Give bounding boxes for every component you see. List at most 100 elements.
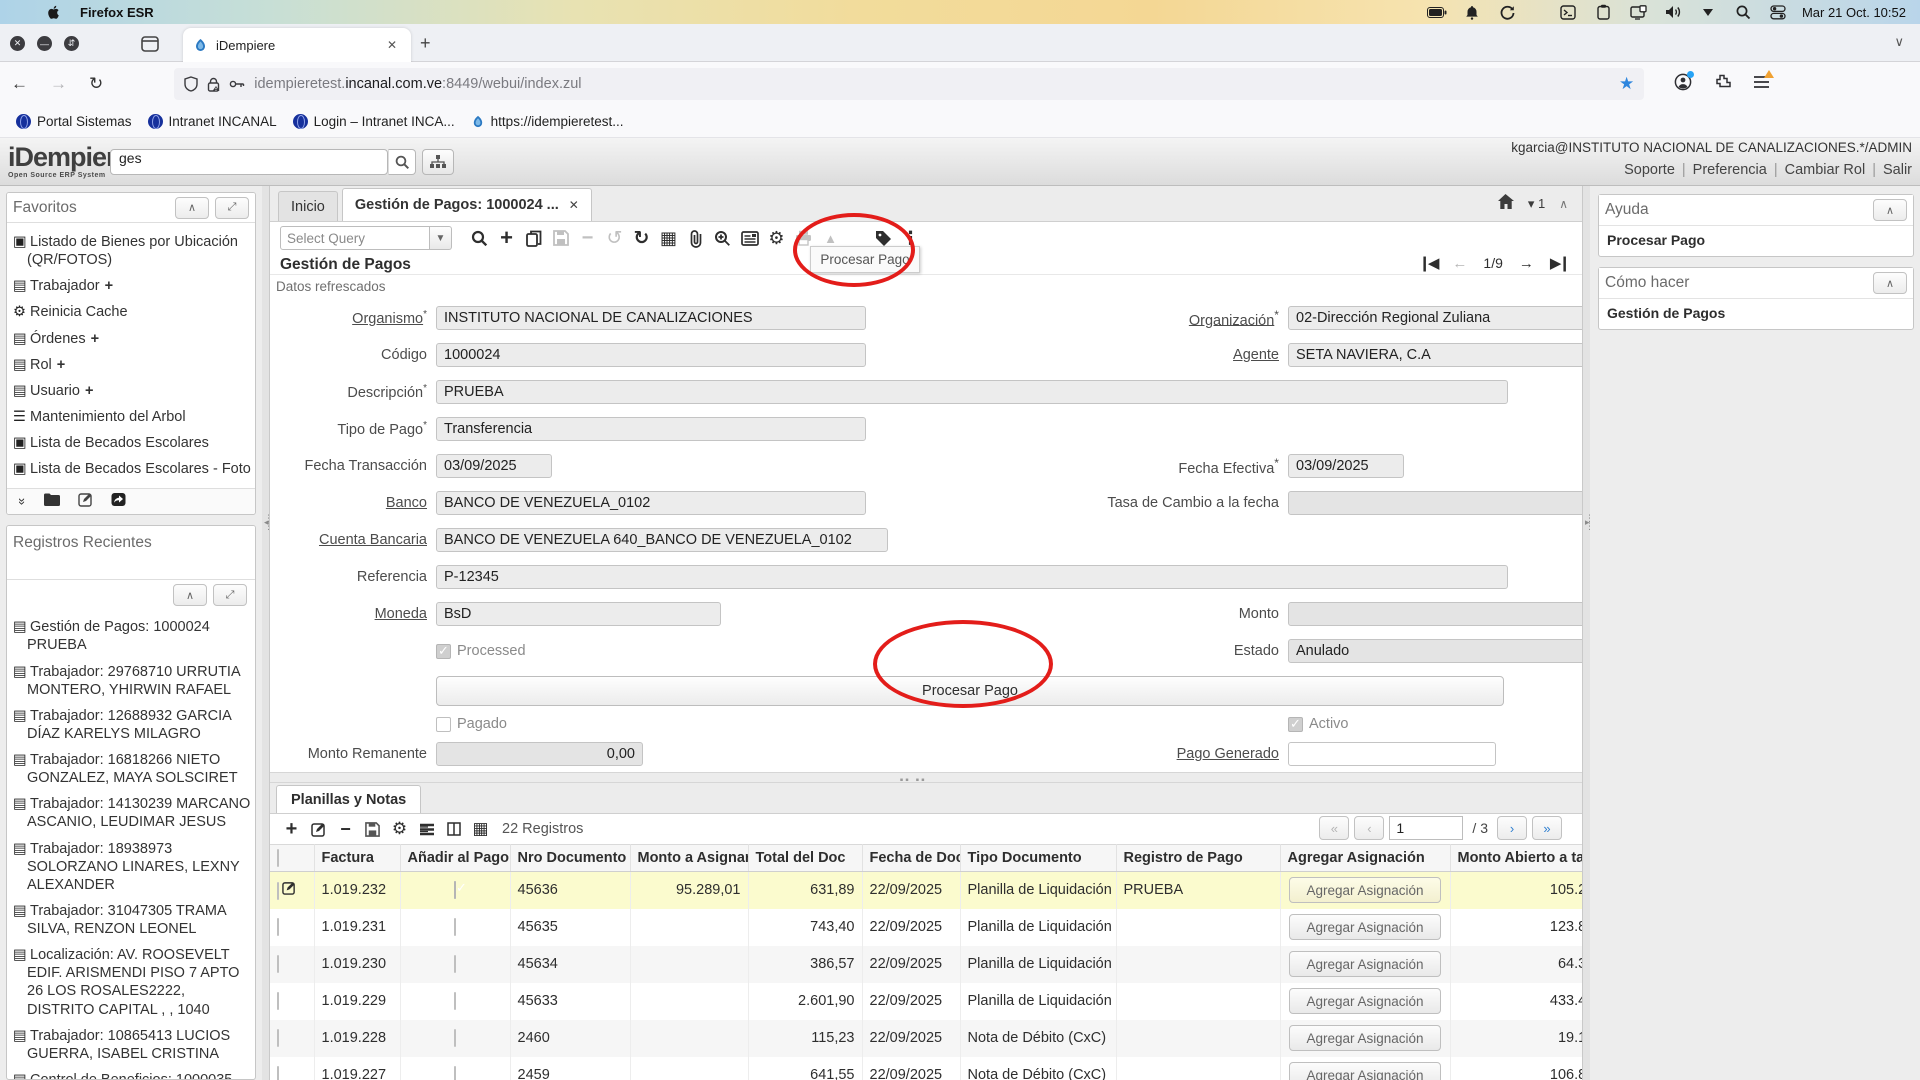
cuenta-bancaria-field[interactable]: BANCO DE VENEZUELA 640_BANCO DE VENEZUEL…	[436, 528, 888, 552]
grid-delete-icon[interactable]: −	[332, 816, 359, 842]
recent-item[interactable]: ▤Trabajador: 12688932 GARCIA DÍAZ KARELY…	[13, 703, 251, 747]
grid-columns-icon[interactable]	[440, 816, 467, 842]
grid-save-icon[interactable]	[359, 816, 386, 842]
battery-icon[interactable]	[1429, 4, 1446, 21]
favorite-item[interactable]: ▣Listado de Bienes por Ubicación (QR/FOT…	[13, 229, 251, 273]
agregar-asignacion-button[interactable]: Agregar Asignación	[1289, 1025, 1441, 1051]
lock-warning-icon[interactable]	[207, 77, 220, 92]
expand-panel-button[interactable]: ⤢	[213, 584, 247, 606]
shield-icon[interactable]	[184, 76, 198, 92]
key-icon[interactable]	[229, 79, 245, 89]
anadir-checkbox[interactable]	[454, 992, 456, 1010]
descripcion-field[interactable]: PRUEBA	[436, 380, 1508, 404]
search-icon[interactable]	[388, 149, 416, 175]
pager-previous-icon[interactable]: ‹	[1354, 816, 1384, 840]
tab-close-icon[interactable]: ✕	[569, 198, 579, 212]
favorite-item[interactable]: ▣Lista de Becados Escolares - Foto	[13, 456, 251, 482]
row-checkbox[interactable]	[277, 955, 279, 973]
recent-item[interactable]: ▤Trabajador: 10865413 LUCIOS GUERRA, ISA…	[13, 1023, 251, 1067]
favorite-item[interactable]: ▣Lista de Becados Escolares	[13, 430, 251, 456]
tab-inicio[interactable]: Inicio	[278, 191, 338, 221]
new-record-icon[interactable]: +	[493, 225, 520, 251]
anadir-checkbox[interactable]	[454, 918, 456, 936]
soporte-link[interactable]: Soporte	[1624, 162, 1675, 178]
forward-button[interactable]: →	[50, 74, 67, 94]
collapse-panel-button[interactable]: ∧	[173, 584, 207, 606]
pager-page-input[interactable]: 1	[1389, 816, 1463, 840]
fecha-efectiva-field[interactable]: 03/09/2025	[1288, 454, 1404, 478]
fecha-transaccion-field[interactable]: 03/09/2025	[436, 454, 552, 478]
favorite-item[interactable]: ▤Órdenes+	[13, 326, 251, 352]
agregar-asignacion-button[interactable]: Agregar Asignación	[1289, 951, 1441, 977]
codigo-field[interactable]: 1000024	[436, 343, 866, 367]
col-agregar-asignacion[interactable]: Agregar Asignación	[1280, 845, 1450, 872]
col-total-doc[interactable]: Total del Doc	[748, 845, 862, 872]
select-all-header[interactable]	[270, 845, 314, 872]
recent-item[interactable]: ▤Trabajador: 16818266 NIETO GONZALEZ, MA…	[13, 747, 251, 791]
previous-record-icon[interactable]: ←	[1452, 255, 1467, 272]
collapse-panel-button[interactable]: ∧	[1873, 272, 1907, 294]
favorite-item[interactable]: ☰Mantenimiento del Arbol	[13, 404, 251, 430]
col-fecha-doc[interactable]: Fecha de Doc	[862, 845, 960, 872]
share-icon[interactable]	[111, 492, 126, 512]
cambiar-rol-link[interactable]: Cambiar Rol	[1785, 162, 1866, 178]
col-monto-asignar[interactable]: Monto a Asignar	[630, 845, 748, 872]
col-anadir[interactable]: Añadir al Pago	[400, 845, 510, 872]
url-bar[interactable]: idempieretest.incanal.com.ve:8449/webui/…	[174, 68, 1644, 100]
grid-new-icon[interactable]: +	[278, 816, 305, 842]
west-splitter[interactable]: ⋮◂⋮	[262, 186, 269, 1080]
grid-edit-icon[interactable]	[305, 816, 332, 842]
grid-process-gear-icon[interactable]: ⚙	[386, 816, 413, 842]
agente-field[interactable]: SETA NAVIERA, C.A	[1288, 343, 1583, 367]
grid-row[interactable]: 1.019.230 45634 386,57 22/09/2025 Planil…	[270, 946, 1583, 983]
account-icon[interactable]	[1674, 73, 1692, 96]
tasa-cambio-field[interactable]: 150,8	[1288, 491, 1583, 515]
bookmark-item[interactable]: Portal Sistemas	[16, 114, 132, 129]
apple-logo-icon[interactable]	[46, 4, 62, 20]
volume-icon[interactable]	[1665, 4, 1682, 21]
save-icon[interactable]	[547, 225, 574, 251]
clipboard-icon[interactable]	[1595, 4, 1612, 21]
row-checkbox[interactable]	[277, 1066, 279, 1080]
delete-record-icon[interactable]: −	[574, 225, 601, 251]
row-checkbox[interactable]	[277, 882, 279, 900]
firefox-view-icon[interactable]	[140, 34, 160, 54]
window-minimize-button[interactable]: —	[37, 36, 52, 51]
tab-gestion-pagos[interactable]: Gestión de Pagos: 1000024 ...✕	[342, 188, 592, 221]
anadir-checkbox[interactable]	[454, 955, 456, 973]
banco-field[interactable]: BANCO DE VENEZUELA_0102	[436, 491, 866, 515]
select-query-combo[interactable]: Select Query	[280, 226, 430, 250]
edit-icon[interactable]	[78, 492, 93, 512]
tab-close-icon[interactable]: ✕	[383, 36, 401, 54]
grid-row[interactable]: 1.019.227 2459 641,55 22/09/2025 Nota de…	[270, 1057, 1583, 1080]
menubar-app-name[interactable]: Firefox ESR	[80, 5, 154, 20]
reload-button[interactable]: ↻	[89, 74, 103, 94]
salir-link[interactable]: Salir	[1883, 162, 1912, 178]
zoom-across-icon[interactable]	[709, 225, 736, 251]
col-factura[interactable]: Factura	[314, 845, 400, 872]
new-record-plus-icon[interactable]: +	[105, 278, 113, 294]
row-checkbox[interactable]	[277, 992, 279, 1010]
bookmark-item[interactable]: https://idempieretest...	[471, 114, 624, 129]
new-tab-button[interactable]: +	[420, 33, 431, 54]
collapse-panel-button[interactable]: ∧	[1873, 199, 1907, 221]
recent-item[interactable]: ▤Gestión de Pagos: 1000024 PRUEBA	[13, 614, 251, 658]
organismo-field[interactable]: INSTITUTO NACIONAL DE CANALIZACIONES	[436, 306, 866, 330]
processed-checkbox[interactable]: Processed	[436, 643, 888, 659]
next-record-icon[interactable]: →	[1519, 255, 1534, 272]
recent-item[interactable]: ▤Control de Beneficios: 1000035 PRUEBA	[13, 1067, 251, 1080]
bookmark-item[interactable]: Login – Intranet INCA...	[293, 114, 455, 129]
new-record-plus-icon[interactable]: +	[91, 331, 99, 347]
collapse-panel-button[interactable]: ∧	[175, 197, 209, 219]
control-center-icon[interactable]	[1770, 4, 1787, 21]
favorite-item[interactable]: ▤Usuario+	[13, 378, 251, 404]
bookmark-item[interactable]: Intranet INCANAL	[148, 114, 277, 129]
pagado-checkbox[interactable]: Pagado	[436, 716, 888, 732]
home-icon[interactable]	[1497, 194, 1514, 213]
grid-row[interactable]: 1.019.231 45635 743,40 22/09/2025 Planil…	[270, 909, 1583, 946]
procesar-pago-button[interactable]: Procesar Pago	[436, 676, 1504, 706]
volume-dropdown-icon[interactable]	[1700, 4, 1717, 21]
estado-field[interactable]: Anulado	[1288, 639, 1583, 663]
favorite-item[interactable]: ▤Trabajador+	[13, 273, 251, 299]
combo-arrow-icon[interactable]: ▼	[430, 226, 452, 250]
